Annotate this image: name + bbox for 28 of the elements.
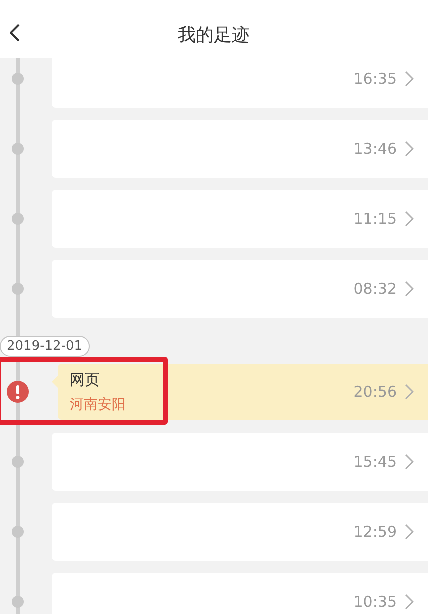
chevron-right-icon (405, 524, 414, 540)
history-card[interactable]: 15:45 (52, 433, 428, 491)
entry-time: 11:15 (354, 210, 397, 228)
date-label: 2019-12-01 (0, 336, 90, 357)
history-card[interactable]: 11:15 (52, 190, 428, 248)
history-card[interactable]: 16:35 (52, 58, 428, 108)
page-title: 我的足迹 (178, 24, 250, 47)
entry-time: 12:59 (354, 523, 397, 541)
chevron-right-icon (405, 594, 414, 610)
alert-icon (7, 381, 29, 403)
entry-time: 16:35 (354, 70, 397, 88)
history-card[interactable]: 12:59 (52, 503, 428, 561)
chevron-right-icon (405, 281, 414, 297)
chevron-right-icon (405, 71, 414, 87)
history-card[interactable]: 13:46 (52, 120, 428, 178)
entry-time: 15:45 (354, 453, 397, 471)
chevron-right-icon (405, 141, 414, 157)
entry-time: 13:46 (354, 140, 397, 158)
entry-title: 网页 (70, 370, 101, 390)
chevron-right-icon (405, 454, 414, 470)
chevron-right-icon (405, 384, 414, 400)
history-card[interactable]: 10:35 (52, 573, 428, 614)
history-card[interactable]: 08:32 (52, 260, 428, 318)
entry-time: 08:32 (354, 280, 397, 298)
entry-time: 10:35 (354, 593, 397, 611)
chevron-right-icon (405, 211, 414, 227)
entry-location: 河南安阳 (70, 396, 126, 414)
entry-time: 20:56 (354, 383, 397, 401)
